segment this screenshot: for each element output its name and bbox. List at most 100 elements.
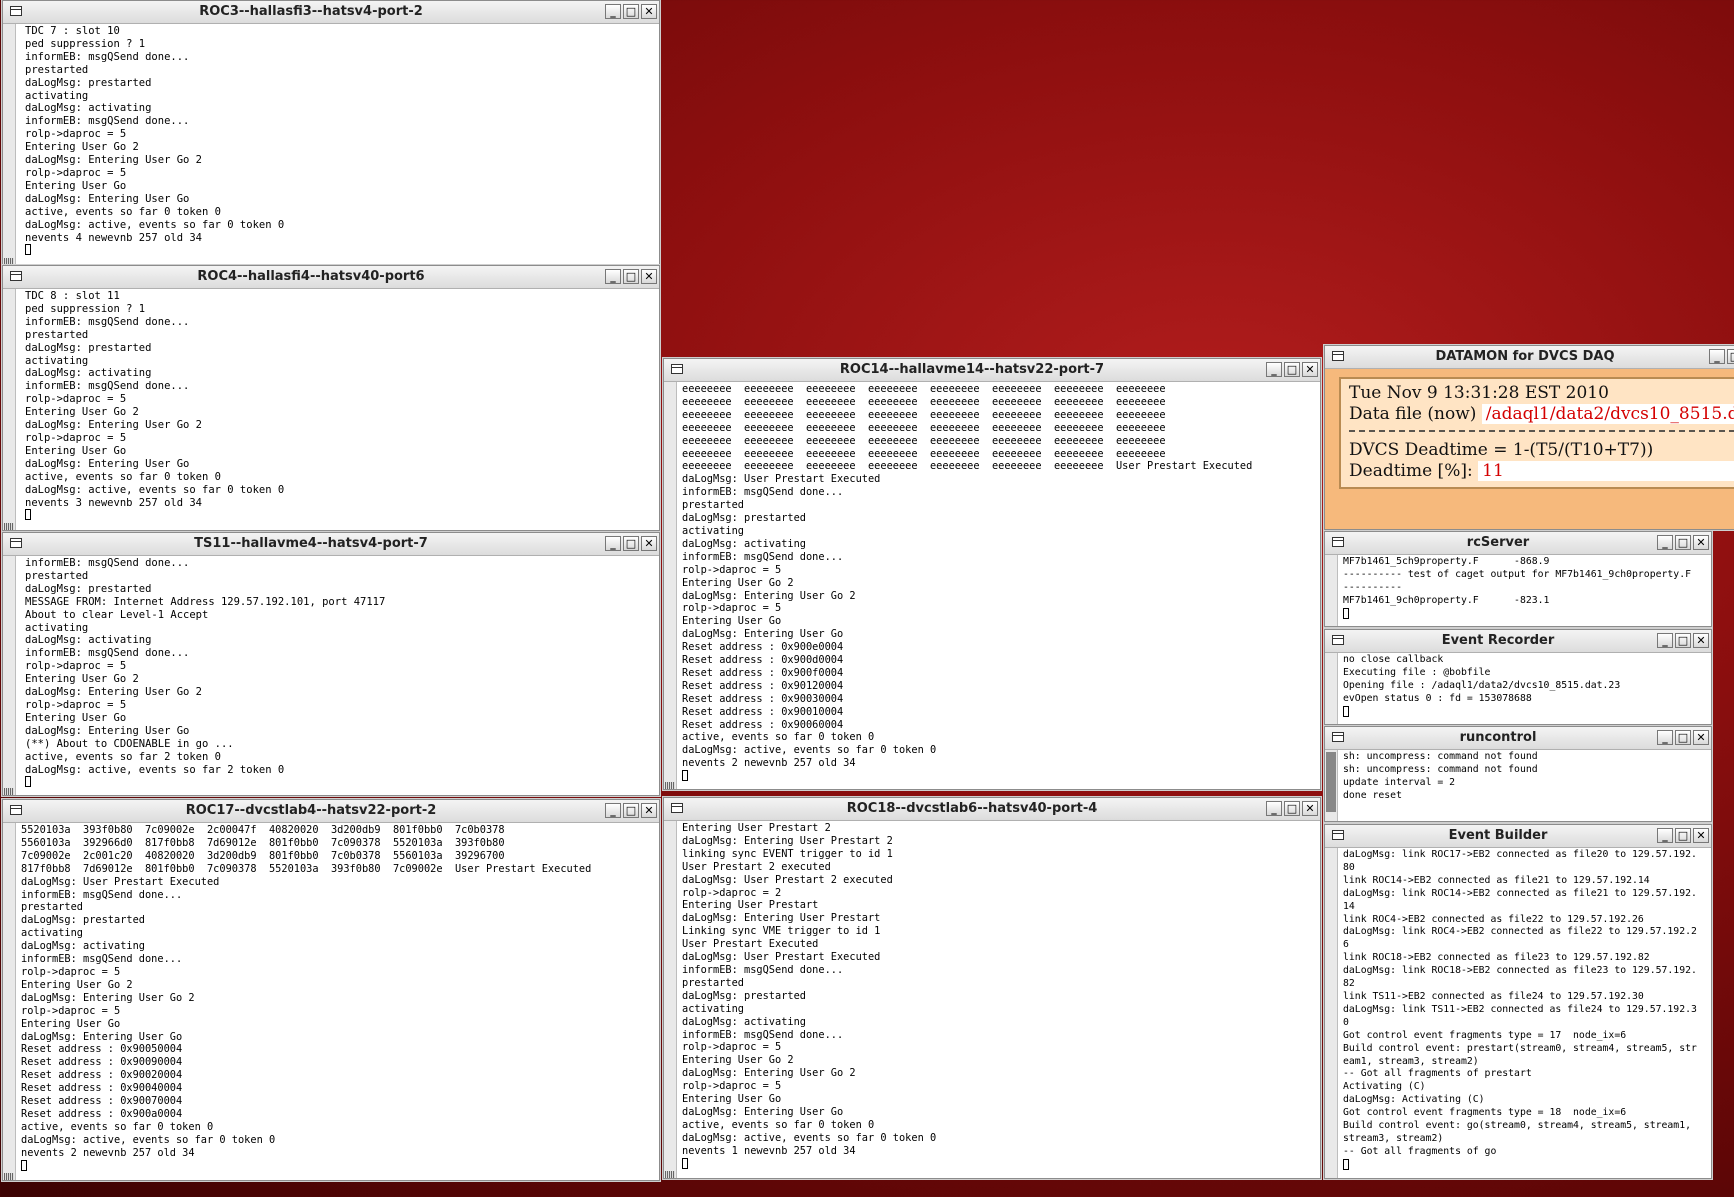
window-title: Event Builder <box>1448 828 1548 843</box>
roc14-window[interactable]: ROC14--hallavme14--hatsv22-port-7 _ □ ✕ … <box>663 358 1321 790</box>
scrollbar[interactable] <box>3 823 16 1180</box>
window-menu-icon[interactable] <box>10 271 22 281</box>
scrollbar[interactable] <box>3 556 16 795</box>
datamon-panel: Tue Nov 9 13:31:28 EST 2010 Data file (n… <box>1325 369 1734 529</box>
text-cursor <box>1343 607 1349 619</box>
roc4-window[interactable]: ROC4--hallasfi4--hatsv40-port6 _ □ ✕ TDC… <box>2 265 660 531</box>
minimize-button[interactable]: _ <box>605 269 621 284</box>
minimize-button[interactable]: _ <box>605 4 621 19</box>
terminal-output[interactable]: no close callback Executing file : @bobf… <box>1343 654 1707 724</box>
scrollbar[interactable] <box>664 382 677 789</box>
minimize-button[interactable]: _ <box>1266 362 1282 377</box>
roc18-titlebar[interactable]: ROC18--dvcstlab6--hatsv40-port-4 _ □ ✕ <box>664 798 1320 821</box>
datamon-window[interactable]: DATAMON for DVCS DAQ _ □ Tue Nov 9 13:31… <box>1324 345 1734 530</box>
scrollbar[interactable] <box>1325 555 1338 626</box>
maximize-button[interactable]: □ <box>1675 633 1691 648</box>
scrollbar-thumb[interactable] <box>4 523 14 530</box>
scrollbar[interactable] <box>3 289 16 530</box>
terminal-output[interactable]: 5520103a 393f0b80 7c09002e 2c00047f 4082… <box>21 824 655 1180</box>
terminal-output[interactable]: sh: uncompress: command not found sh: un… <box>1343 751 1707 821</box>
close-button[interactable]: ✕ <box>1693 730 1709 745</box>
roc17-window[interactable]: ROC17--dvcstlab4--hatsv22-port-2 _ □ ✕ 5… <box>2 799 660 1181</box>
close-button[interactable]: ✕ <box>641 269 657 284</box>
minimize-button[interactable]: _ <box>605 536 621 551</box>
maximize-button[interactable]: □ <box>1675 828 1691 843</box>
window-title: ROC3--hallasfi3--hatsv4-port-2 <box>199 4 423 19</box>
minimize-button[interactable]: _ <box>1657 828 1673 843</box>
terminal-output[interactable]: informEB: msgQSend done... prestarted da… <box>25 557 655 795</box>
scrollbar-thumb[interactable] <box>1326 752 1336 812</box>
maximize-button[interactable]: □ <box>1675 730 1691 745</box>
event-builder-titlebar[interactable]: Event Builder _ □ ✕ <box>1325 825 1711 848</box>
event-recorder-window[interactable]: Event Recorder _ □ ✕ no close callback E… <box>1324 629 1712 725</box>
minimize-button[interactable]: _ <box>1657 730 1673 745</box>
maximize-button[interactable]: □ <box>623 4 639 19</box>
runcontrol-window[interactable]: runcontrol _ □ ✕ sh: uncompress: command… <box>1324 726 1712 822</box>
close-button[interactable]: ✕ <box>641 536 657 551</box>
scrollbar[interactable] <box>1325 653 1338 724</box>
event-builder-window[interactable]: Event Builder _ □ ✕ daLogMsg: link ROC17… <box>1324 824 1712 1179</box>
roc18-window[interactable]: ROC18--dvcstlab6--hatsv40-port-4 _ □ ✕ E… <box>663 797 1321 1179</box>
runcontrol-titlebar[interactable]: runcontrol _ □ ✕ <box>1325 727 1711 750</box>
window-menu-icon[interactable] <box>1332 830 1344 840</box>
terminal-output[interactable]: Entering User Prestart 2 daLogMsg: Enter… <box>682 822 1316 1178</box>
window-menu-icon[interactable] <box>10 538 22 548</box>
roc4-titlebar[interactable]: ROC4--hallasfi4--hatsv40-port6 _ □ ✕ <box>3 266 659 289</box>
close-button[interactable]: ✕ <box>1693 535 1709 550</box>
window-menu-icon[interactable] <box>1332 635 1344 645</box>
window-menu-icon[interactable] <box>1332 351 1344 361</box>
terminal-output[interactable]: eeeeeeee eeeeeeee eeeeeeee eeeeeeee eeee… <box>682 383 1316 789</box>
minimize-button[interactable]: _ <box>605 803 621 818</box>
minimize-button[interactable]: _ <box>1709 349 1725 364</box>
window-title: Event Recorder <box>1441 633 1555 648</box>
window-title: ROC4--hallasfi4--hatsv40-port6 <box>197 269 425 284</box>
minimize-button[interactable]: _ <box>1657 633 1673 648</box>
ts11-window[interactable]: TS11--hallavme4--hatsv4-port-7 _ □ ✕ inf… <box>2 532 660 796</box>
roc17-titlebar[interactable]: ROC17--dvcstlab4--hatsv22-port-2 _ □ ✕ <box>3 800 659 823</box>
scrollbar[interactable] <box>664 821 677 1178</box>
close-button[interactable]: ✕ <box>641 803 657 818</box>
minimize-button[interactable]: _ <box>1266 801 1282 816</box>
scrollbar-thumb[interactable] <box>4 258 14 265</box>
terminal-output[interactable]: TDC 8 : slot 11 ped suppression ? 1 info… <box>25 290 655 530</box>
scrollbar-thumb[interactable] <box>665 1171 675 1178</box>
close-button[interactable]: ✕ <box>1302 362 1318 377</box>
close-button[interactable]: ✕ <box>641 4 657 19</box>
scrollbar[interactable] <box>1325 750 1338 821</box>
rcserver-window[interactable]: rcServer _ □ ✕ MF7b1461_5ch9property.F -… <box>1324 531 1712 627</box>
terminal-output[interactable]: daLogMsg: link ROC17->EB2 connected as f… <box>1343 849 1707 1178</box>
roc14-titlebar[interactable]: ROC14--hallavme14--hatsv22-port-7 _ □ ✕ <box>664 359 1320 382</box>
window-menu-icon[interactable] <box>1332 537 1344 547</box>
scrollbar-thumb[interactable] <box>4 1173 14 1180</box>
roc3-titlebar[interactable]: ROC3--hallasfi3--hatsv4-port-2 _ □ ✕ <box>3 1 659 24</box>
window-menu-icon[interactable] <box>10 6 22 16</box>
window-menu-icon[interactable] <box>671 364 683 374</box>
maximize-button[interactable]: □ <box>1284 801 1300 816</box>
event-recorder-titlebar[interactable]: Event Recorder _ □ ✕ <box>1325 630 1711 653</box>
maximize-button[interactable]: □ <box>1727 349 1734 364</box>
scrollbar-thumb[interactable] <box>665 782 675 789</box>
maximize-button[interactable]: □ <box>623 269 639 284</box>
separator <box>1349 430 1734 432</box>
minimize-button[interactable]: _ <box>1657 535 1673 550</box>
window-title: ROC18--dvcstlab6--hatsv40-port-4 <box>846 801 1098 816</box>
window-menu-icon[interactable] <box>1332 732 1344 742</box>
window-menu-icon[interactable] <box>10 805 22 815</box>
datamon-titlebar[interactable]: DATAMON for DVCS DAQ _ □ <box>1325 346 1734 369</box>
close-button[interactable]: ✕ <box>1302 801 1318 816</box>
scrollbar[interactable] <box>3 24 16 265</box>
scrollbar-thumb[interactable] <box>4 788 14 795</box>
roc3-window[interactable]: ROC3--hallasfi3--hatsv4-port-2 _ □ ✕ TDC… <box>2 0 660 266</box>
terminal-output[interactable]: MF7b1461_5ch9property.F -868.9 ---------… <box>1343 556 1707 626</box>
close-button[interactable]: ✕ <box>1693 633 1709 648</box>
window-menu-icon[interactable] <box>671 803 683 813</box>
rcserver-titlebar[interactable]: rcServer _ □ ✕ <box>1325 532 1711 555</box>
close-button[interactable]: ✕ <box>1693 828 1709 843</box>
ts11-titlebar[interactable]: TS11--hallavme4--hatsv4-port-7 _ □ ✕ <box>3 533 659 556</box>
maximize-button[interactable]: □ <box>623 536 639 551</box>
maximize-button[interactable]: □ <box>1284 362 1300 377</box>
terminal-output[interactable]: TDC 7 : slot 10 ped suppression ? 1 info… <box>25 25 655 265</box>
scrollbar[interactable] <box>1325 848 1338 1178</box>
maximize-button[interactable]: □ <box>1675 535 1691 550</box>
maximize-button[interactable]: □ <box>623 803 639 818</box>
